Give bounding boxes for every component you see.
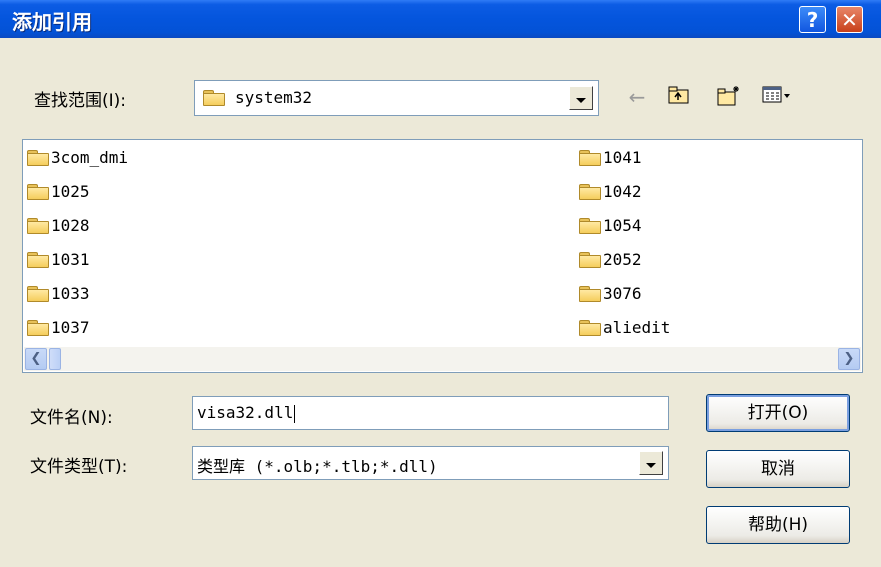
list-item[interactable]: 3com_dmi [27,146,128,170]
folder-icon [27,149,49,166]
filename-label: 文件名(N): [30,408,113,428]
title-bar: 添加引用 ? ✕ [0,0,881,38]
scrollbar-thumb[interactable] [49,348,61,370]
text-caret [294,404,296,423]
cancel-button[interactable]: 取消 [706,450,850,488]
back-arrow-icon[interactable]: ← [624,85,650,109]
scroll-left-arrow-icon[interactable]: ❮ [25,348,47,370]
window-title: 添加引用 [12,10,92,34]
file-list[interactable]: 3com_dmi 1025 1028 1031 1033 1037 1041 1… [22,139,863,373]
folder-icon [27,319,49,336]
list-item[interactable]: 1025 [27,180,90,204]
filetype-value: 类型库 (*.olb;*.tlb;*.dll) [197,457,438,476]
help-title-button[interactable]: ? [799,6,826,33]
scroll-right-arrow-icon[interactable]: ❯ [838,348,860,370]
list-item[interactable]: 1037 [27,316,90,340]
folder-icon [579,251,601,268]
folder-icon [579,149,601,166]
list-item[interactable]: 1028 [27,214,90,238]
folder-icon [579,183,601,200]
folder-icon [27,183,49,200]
look-in-label: 查找范围(I): [34,91,127,111]
folder-icon [203,90,225,106]
close-button[interactable]: ✕ [836,6,863,33]
folder-icon [579,319,601,336]
folder-icon [27,217,49,234]
help-button[interactable]: 帮助(H) [706,506,850,544]
filename-input[interactable]: visa32.dll [192,396,669,430]
look-in-value: system32 [235,88,313,107]
new-folder-icon[interactable] [716,85,742,109]
list-item[interactable]: aliedit [579,316,670,340]
list-item[interactable]: 2052 [579,248,642,272]
look-in-dropdown[interactable]: system32 [194,80,599,116]
folder-icon [579,217,601,234]
filetype-dropdown[interactable]: 类型库 (*.olb;*.tlb;*.dll) [192,446,669,480]
folder-icon [27,251,49,268]
up-folder-icon[interactable] [666,85,692,109]
list-item[interactable]: 1033 [27,282,90,306]
view-menu-icon[interactable] [762,85,792,109]
list-item[interactable]: 1041 [579,146,642,170]
look-in-dropdown-button[interactable] [569,86,593,110]
list-item[interactable]: 1031 [27,248,90,272]
folder-icon [27,285,49,302]
filename-value: visa32.dll [197,403,294,422]
open-button[interactable]: 打开(O) [706,394,850,432]
horizontal-scrollbar[interactable]: ❮ ❯ [24,347,861,371]
filetype-dropdown-button[interactable] [639,451,663,475]
list-item[interactable]: 1054 [579,214,642,238]
list-item[interactable]: 3076 [579,282,642,306]
folder-icon [579,285,601,302]
list-item[interactable]: 1042 [579,180,642,204]
filetype-label: 文件类型(T): [30,457,128,477]
